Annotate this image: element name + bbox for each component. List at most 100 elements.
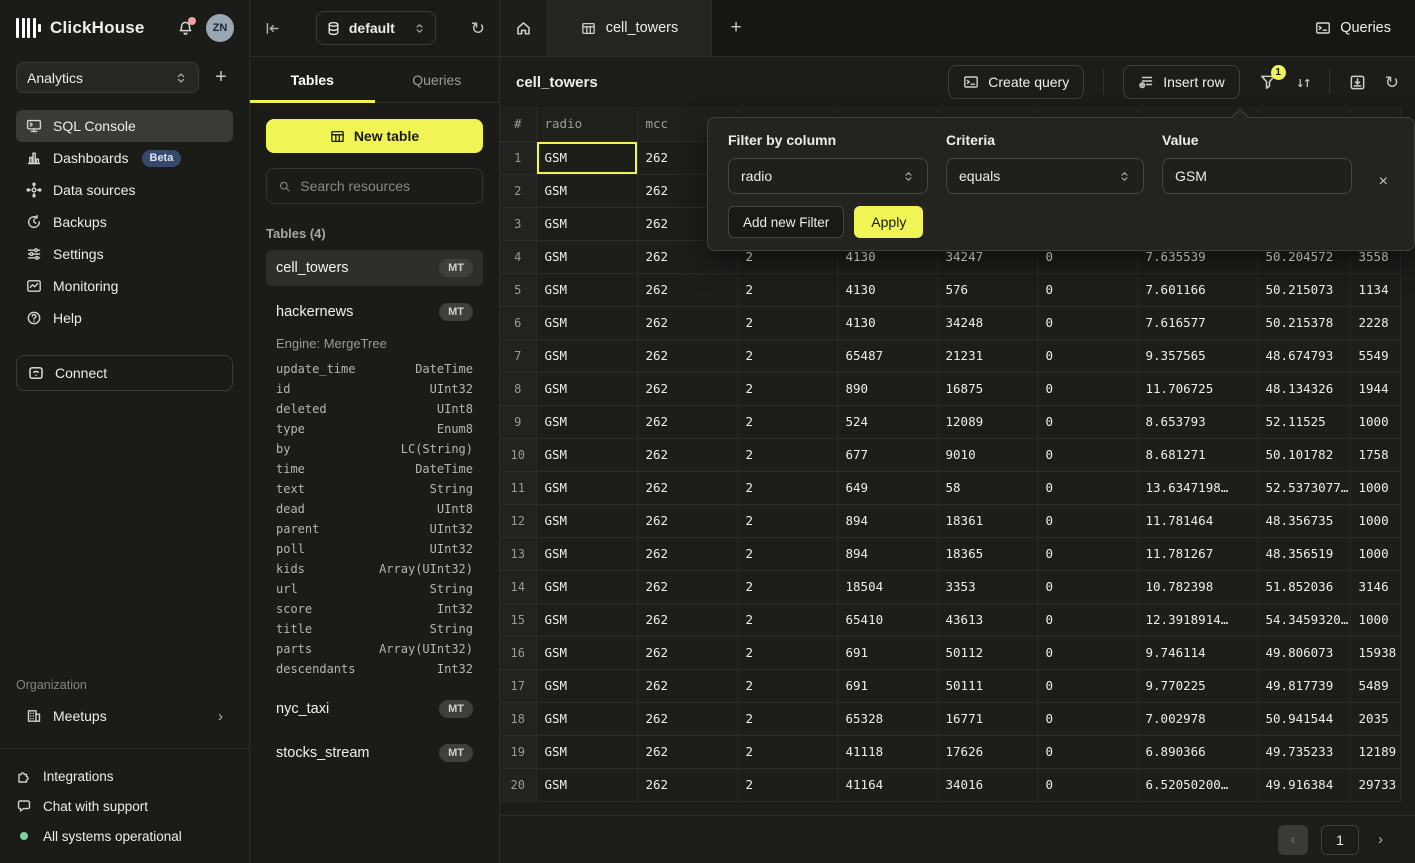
grid-cell[interactable]: 0 (1037, 702, 1137, 735)
grid-cell[interactable]: 50.101782 (1257, 438, 1350, 471)
grid-cell[interactable]: 0 (1037, 339, 1137, 372)
queries-button[interactable]: Queries (1291, 0, 1415, 56)
grid-cell[interactable]: 8.681271 (1137, 438, 1257, 471)
grid-header[interactable]: radio (536, 107, 637, 141)
sidebar-item-sql-console[interactable]: SQL Console (16, 110, 233, 142)
grid-cell[interactable]: 17626 (937, 735, 1037, 768)
sidebar-item-backups[interactable]: Backups (16, 206, 233, 238)
grid-cell[interactable]: 262 (637, 339, 737, 372)
grid-cell[interactable]: 34016 (937, 768, 1037, 801)
grid-cell[interactable]: 6.890366 (1137, 735, 1257, 768)
grid-cell[interactable]: 0 (1037, 438, 1137, 471)
grid-cell[interactable]: 2 (737, 438, 837, 471)
grid-cell[interactable]: 13.6347198… (1137, 471, 1257, 504)
grid-cell[interactable]: 649 (837, 471, 937, 504)
grid-cell[interactable]: 16875 (937, 372, 1037, 405)
grid-cell[interactable]: GSM (536, 438, 637, 471)
grid-cell[interactable]: 18504 (837, 570, 937, 603)
grid-cell[interactable]: 54.3459320… (1257, 603, 1350, 636)
grid-cell[interactable]: 1758 (1350, 438, 1400, 471)
grid-cell[interactable]: GSM (536, 273, 637, 306)
grid-cell[interactable]: 12089 (937, 405, 1037, 438)
grid-cell[interactable]: 18361 (937, 504, 1037, 537)
grid-cell[interactable]: 8.653793 (1137, 405, 1257, 438)
add-new-filter-button[interactable]: Add new Filter (728, 206, 844, 238)
grid-cell[interactable]: GSM (536, 537, 637, 570)
grid-cell[interactable]: 16771 (937, 702, 1037, 735)
grid-cell[interactable]: 262 (637, 471, 737, 504)
grid-cell[interactable]: 50112 (937, 636, 1037, 669)
grid-cell[interactable]: 2 (737, 702, 837, 735)
grid-cell[interactable]: 5489 (1350, 669, 1400, 702)
grid-cell[interactable]: 1000 (1350, 504, 1400, 537)
grid-cell[interactable]: 0 (1037, 537, 1137, 570)
grid-cell[interactable]: 262 (637, 669, 737, 702)
grid-cell[interactable]: 6.52050200… (1137, 768, 1257, 801)
grid-cell[interactable]: 65410 (837, 603, 937, 636)
grid-cell[interactable]: 11.781464 (1137, 504, 1257, 537)
grid-cell[interactable]: 29733 (1350, 768, 1400, 801)
grid-cell[interactable]: GSM (536, 306, 637, 339)
grid-cell[interactable]: GSM (536, 141, 637, 174)
grid-cell[interactable]: 0 (1037, 768, 1137, 801)
grid-cell[interactable]: 2 (737, 603, 837, 636)
grid-cell[interactable]: 12189 (1350, 735, 1400, 768)
insert-row-button[interactable]: Insert row (1123, 65, 1239, 99)
table-item-hackernews[interactable]: hackernews MT (266, 294, 483, 330)
grid-cell[interactable]: 262 (637, 570, 737, 603)
filter-column-select[interactable]: radio (728, 158, 928, 194)
grid-cell[interactable]: 2 (737, 306, 837, 339)
search-resources[interactable] (266, 168, 483, 204)
tab-queries[interactable]: Queries (375, 57, 500, 102)
grid-cell[interactable]: 3146 (1350, 570, 1400, 603)
filter-value-field[interactable] (1162, 158, 1352, 194)
grid-cell[interactable]: 9.746114 (1137, 636, 1257, 669)
grid-cell[interactable]: 58 (937, 471, 1037, 504)
grid-cell[interactable]: 576 (937, 273, 1037, 306)
grid-cell[interactable]: 43613 (937, 603, 1037, 636)
grid-cell[interactable]: GSM (536, 207, 637, 240)
grid-cell[interactable]: 48.356735 (1257, 504, 1350, 537)
grid-cell[interactable]: 48.674793 (1257, 339, 1350, 372)
workspace-select[interactable]: Analytics (16, 62, 199, 93)
next-page-button[interactable]: › (1372, 831, 1389, 848)
grid-cell[interactable]: 41164 (837, 768, 937, 801)
grid-cell[interactable]: GSM (536, 504, 637, 537)
grid-cell[interactable]: 21231 (937, 339, 1037, 372)
grid-cell[interactable]: GSM (536, 702, 637, 735)
grid-cell[interactable]: 691 (837, 669, 937, 702)
grid-cell[interactable]: GSM (536, 339, 637, 372)
grid-cell[interactable]: 2 (737, 735, 837, 768)
grid-cell[interactable]: 2 (737, 273, 837, 306)
sidebar-item-help[interactable]: Help (16, 302, 233, 334)
search-input[interactable] (300, 178, 471, 194)
grid-cell[interactable]: 262 (637, 504, 737, 537)
collapse-panel-button[interactable] (264, 20, 281, 37)
grid-cell[interactable]: 1000 (1350, 603, 1400, 636)
grid-cell[interactable]: 2 (737, 339, 837, 372)
grid-cell[interactable]: 2228 (1350, 306, 1400, 339)
grid-cell[interactable]: 9.357565 (1137, 339, 1257, 372)
new-tab-button[interactable]: + (712, 0, 760, 56)
tab-cell-towers[interactable]: cell_towers (548, 0, 712, 56)
grid-cell[interactable]: 11.781267 (1137, 537, 1257, 570)
grid-cell[interactable]: GSM (536, 636, 637, 669)
grid-cell[interactable]: 7.002978 (1137, 702, 1257, 735)
grid-cell[interactable]: GSM (536, 240, 637, 273)
grid-cell[interactable]: 18365 (937, 537, 1037, 570)
sidebar-item-dashboards[interactable]: Dashboards Beta (16, 142, 233, 174)
integrations-link[interactable]: Integrations (0, 761, 249, 791)
grid-cell[interactable]: 0 (1037, 273, 1137, 306)
grid-cell[interactable]: GSM (536, 405, 637, 438)
apply-filter-button[interactable]: Apply (854, 206, 923, 238)
grid-cell[interactable]: 262 (637, 438, 737, 471)
grid-cell[interactable]: 691 (837, 636, 937, 669)
download-button[interactable] (1349, 74, 1366, 91)
grid-cell[interactable]: 262 (637, 372, 737, 405)
grid-cell[interactable]: 7.601166 (1137, 273, 1257, 306)
grid-cell[interactable]: 2 (737, 471, 837, 504)
grid-cell[interactable]: 2 (737, 405, 837, 438)
grid-cell[interactable]: 2 (737, 768, 837, 801)
grid-cell[interactable]: 11.706725 (1137, 372, 1257, 405)
grid-cell[interactable]: 5549 (1350, 339, 1400, 372)
